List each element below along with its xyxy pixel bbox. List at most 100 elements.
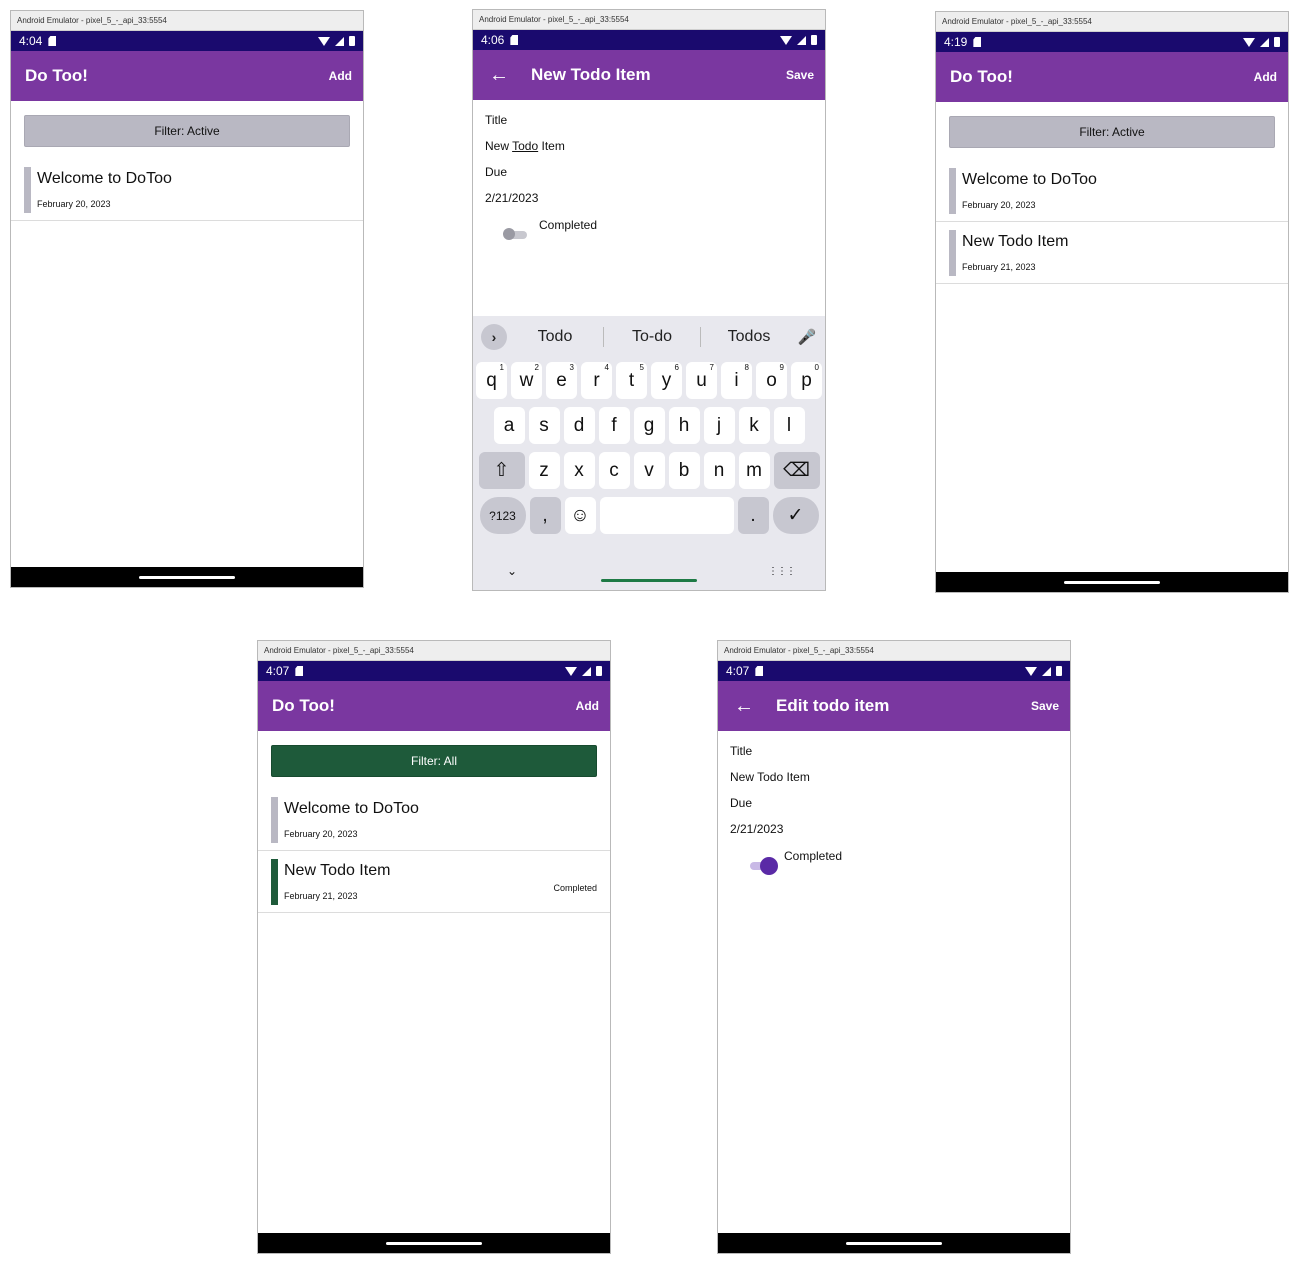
suggestion-3[interactable]: Todos bbox=[701, 328, 797, 346]
key-s[interactable]: s bbox=[528, 407, 560, 444]
todo-status-bar bbox=[24, 167, 31, 213]
app-title: Do Too! bbox=[25, 66, 88, 85]
filter-button[interactable]: Filter: Active bbox=[24, 115, 350, 147]
key-o-hint: 9 bbox=[779, 363, 784, 372]
todo-list-item[interactable]: New Todo Item February 21, 2023 bbox=[936, 222, 1288, 284]
todo-title: Welcome to DoToo bbox=[962, 171, 1097, 188]
status-icons bbox=[1243, 37, 1280, 47]
backspace-icon[interactable]: ⌫ bbox=[773, 452, 820, 489]
add-button[interactable]: Add bbox=[576, 699, 599, 713]
status-bar: 4:19 bbox=[936, 32, 1288, 52]
key-row-1: q1 w2 e3 r4 t5 y6 u7 i8 o9 p0 bbox=[473, 362, 825, 403]
switch-knob bbox=[760, 857, 778, 875]
shift-icon[interactable]: ⇧ bbox=[478, 452, 525, 489]
keyboard-hide-icon[interactable]: ⌄ bbox=[507, 564, 517, 578]
emoji-icon[interactable]: ☺ bbox=[564, 497, 596, 534]
key-p-label: p bbox=[801, 369, 812, 391]
key-n[interactable]: n bbox=[703, 452, 735, 489]
key-row-4: ?123 , ☺ . ✓ bbox=[473, 497, 825, 538]
sd-card-icon bbox=[48, 36, 57, 46]
symbols-key[interactable]: ?123 bbox=[479, 497, 526, 534]
key-j[interactable]: j bbox=[703, 407, 735, 444]
add-button[interactable]: Add bbox=[1254, 70, 1277, 84]
period-key[interactable]: . bbox=[737, 497, 769, 534]
todo-date: February 20, 2023 bbox=[37, 199, 111, 209]
space-key[interactable] bbox=[599, 497, 734, 534]
key-d[interactable]: d bbox=[563, 407, 595, 444]
key-g[interactable]: g bbox=[633, 407, 665, 444]
suggestion-2[interactable]: To-do bbox=[604, 328, 700, 346]
save-button[interactable]: Save bbox=[1031, 699, 1059, 713]
key-f[interactable]: f bbox=[598, 407, 630, 444]
back-arrow-icon[interactable]: ← bbox=[489, 65, 509, 85]
key-r[interactable]: r4 bbox=[581, 362, 612, 399]
signal-icon bbox=[1042, 666, 1051, 676]
home-indicator[interactable] bbox=[139, 575, 235, 579]
todo-date: February 21, 2023 bbox=[962, 262, 1036, 272]
key-h[interactable]: h bbox=[668, 407, 700, 444]
todo-list-item[interactable]: Welcome to DoToo February 20, 2023 bbox=[936, 160, 1288, 222]
key-u-hint: 7 bbox=[709, 363, 714, 372]
save-button[interactable]: Save bbox=[786, 68, 814, 82]
todo-title: Welcome to DoToo bbox=[284, 800, 419, 817]
todo-title: New Todo Item bbox=[284, 862, 391, 879]
key-e-label: e bbox=[556, 369, 567, 391]
back-arrow-icon[interactable]: ← bbox=[734, 696, 754, 716]
app-bar: Do Too! Add bbox=[11, 51, 363, 101]
key-p[interactable]: p0 bbox=[791, 362, 822, 399]
key-x[interactable]: x bbox=[563, 452, 595, 489]
due-date-picker[interactable]: 2/21/2023 bbox=[485, 190, 813, 216]
home-indicator[interactable] bbox=[1064, 580, 1160, 584]
key-u[interactable]: u7 bbox=[686, 362, 717, 399]
key-i-label: i bbox=[734, 369, 739, 391]
key-v[interactable]: v bbox=[633, 452, 665, 489]
suggestion-1[interactable]: Todo bbox=[507, 328, 603, 346]
key-c[interactable]: c bbox=[598, 452, 630, 489]
key-w[interactable]: w2 bbox=[511, 362, 542, 399]
title-input[interactable]: New Todo Item bbox=[485, 138, 813, 164]
battery-icon bbox=[1056, 666, 1062, 676]
status-icons bbox=[318, 36, 355, 46]
filter-button[interactable]: Filter: All bbox=[271, 745, 597, 777]
add-button[interactable]: Add bbox=[329, 69, 352, 83]
title-input[interactable]: New Todo Item bbox=[730, 769, 1058, 795]
key-m[interactable]: m bbox=[738, 452, 770, 489]
soft-keyboard: › Todo To-do Todos 🎤 q1 w2 e3 r4 t5 y6 u… bbox=[473, 316, 825, 590]
comma-key[interactable]: , bbox=[529, 497, 561, 534]
battery-icon bbox=[596, 666, 602, 676]
sd-card-icon bbox=[973, 37, 982, 47]
phone-screen-list-all: Android Emulator - pixel_5_-_api_33:5554… bbox=[257, 640, 611, 1254]
filter-button[interactable]: Filter: Active bbox=[949, 116, 1275, 148]
mic-icon[interactable]: 🎤 bbox=[797, 328, 817, 346]
nav-bar bbox=[718, 1233, 1070, 1253]
home-indicator[interactable] bbox=[601, 579, 697, 582]
todo-list-item[interactable]: Welcome to DoToo February 20, 2023 bbox=[258, 789, 610, 851]
key-i[interactable]: i8 bbox=[721, 362, 752, 399]
key-a[interactable]: a bbox=[493, 407, 525, 444]
key-t[interactable]: t5 bbox=[616, 362, 647, 399]
home-indicator[interactable] bbox=[846, 1241, 942, 1245]
todo-list-item[interactable]: Welcome to DoToo February 20, 2023 bbox=[11, 159, 363, 221]
key-l[interactable]: l bbox=[773, 407, 805, 444]
key-o[interactable]: o9 bbox=[756, 362, 787, 399]
key-e[interactable]: e3 bbox=[546, 362, 577, 399]
chevron-right-icon[interactable]: › bbox=[481, 324, 507, 350]
key-row-3: ⇧ z x c v b n m ⌫ bbox=[473, 452, 825, 493]
completed-switch[interactable] bbox=[748, 857, 778, 875]
home-indicator[interactable] bbox=[386, 1241, 482, 1245]
signal-icon bbox=[335, 36, 344, 46]
due-date-picker[interactable]: 2/21/2023 bbox=[730, 821, 1058, 847]
keyboard-grid-icon[interactable]: ⋮⋮⋮ bbox=[768, 566, 796, 577]
completed-switch[interactable] bbox=[503, 226, 533, 244]
check-icon[interactable]: ✓ bbox=[772, 497, 819, 534]
todo-list-item[interactable]: New Todo Item February 21, 2023 Complete… bbox=[258, 851, 610, 913]
key-i-hint: 8 bbox=[744, 363, 749, 372]
status-bar: 4:07 bbox=[258, 661, 610, 681]
key-b[interactable]: b bbox=[668, 452, 700, 489]
key-q[interactable]: q1 bbox=[476, 362, 507, 399]
status-time: 4:19 bbox=[944, 35, 968, 49]
key-z[interactable]: z bbox=[528, 452, 560, 489]
completed-label: Completed bbox=[539, 218, 598, 232]
key-k[interactable]: k bbox=[738, 407, 770, 444]
key-y[interactable]: y6 bbox=[651, 362, 682, 399]
